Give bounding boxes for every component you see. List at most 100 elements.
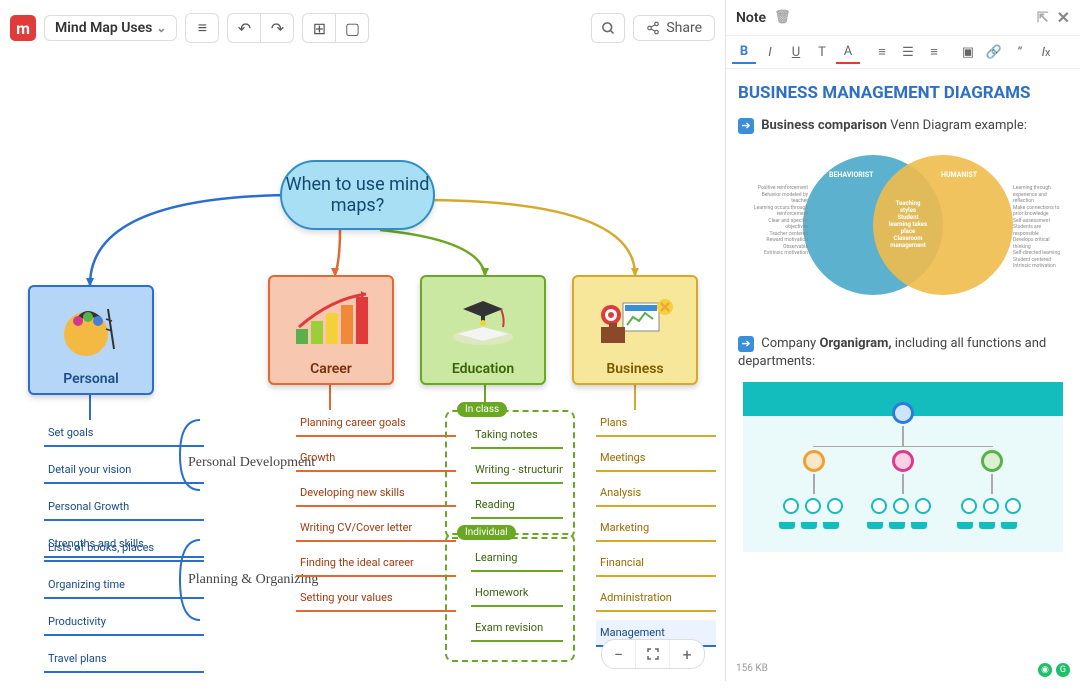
note-title: BUSINESS MANAGEMENT DIAGRAMS [738,83,1068,103]
venn-diagram: BEHAVIORIST HUMANIST Teaching stylesStud… [753,145,1053,315]
undo-redo-group: ↶ ↷ [227,13,294,43]
list-item[interactable]: Personal Growth [44,494,204,521]
share-label: Share [666,20,702,36]
branch-education[interactable]: Education [420,275,546,385]
clear-format-button[interactable]: Ix [1034,40,1058,64]
menu-button[interactable]: ≡ [185,13,219,43]
list-item[interactable]: Growth [296,445,456,472]
list-item[interactable]: Learning [471,545,563,572]
list-item[interactable]: Lists of books, places [44,535,204,562]
layout-group: ⊞ ▢ [302,13,369,43]
list-item[interactable]: Analysis [596,480,716,507]
list-item[interactable]: Developing new skills [296,480,456,507]
app-logo[interactable]: m [10,15,36,41]
list-item[interactable]: Writing CV/Cover letter [296,515,456,542]
link-button[interactable]: 🔗 [982,40,1006,64]
grammarly-icon[interactable]: ◉ [1038,663,1052,677]
branch-career[interactable]: Career [268,275,394,385]
arrow-icon: ➔ [738,336,754,352]
list-item[interactable]: Detail your vision [44,457,204,484]
list-item[interactable]: Taking notes [471,422,563,449]
list-item[interactable]: Plans [596,410,716,437]
branch-personal[interactable]: Personal [28,285,154,395]
bullet-list-button[interactable]: ☰ [896,40,920,64]
list-item[interactable]: Finding the ideal career [296,550,456,577]
list-item[interactable]: Reading [471,492,563,519]
align-button[interactable]: ≡ [922,40,946,64]
note-header-label: Note [736,10,766,26]
note-header: Note 🗑 ⇱ ✕ [726,0,1080,35]
list-item[interactable]: Organizing time [44,572,204,599]
bold-button[interactable]: B [732,40,756,64]
root-node[interactable]: When to use mind maps? [280,160,435,230]
education-group-inclass[interactable]: In class Taking notes Writing - structur… [445,410,575,539]
list-item[interactable]: Productivity [44,609,204,636]
zoom-out-button[interactable]: − [602,640,636,668]
group-tag: Individual [457,525,516,540]
note-line-1: ➔ Business comparison Venn Diagram examp… [738,117,1068,135]
funnel-icon [708,620,716,622]
chevron-down-icon: ⌄ [156,21,166,35]
trash-icon[interactable]: 🗑 [774,10,791,25]
document-title-dropdown[interactable]: Mind Map Uses ⌄ [44,15,177,41]
top-toolbar: m Mind Map Uses ⌄ ≡ ↶ ↷ ⊞ ▢ Share [0,8,725,48]
career-list: Planning career goals Growth Developing … [296,410,456,620]
list-item[interactable]: Homework [471,580,563,607]
business-list: Plans Meetings Analysis Marketing Financ… [596,410,716,655]
list-item[interactable]: Meetings [596,445,716,472]
note-line-2: ➔ Company Organigram, including all func… [738,335,1068,371]
list-item[interactable]: Set goals [44,420,204,447]
list-item[interactable]: Financial [596,550,716,577]
numbered-list-button[interactable]: ≡ [870,40,894,64]
search-button[interactable] [591,13,625,43]
list-item[interactable]: Administration [596,585,716,612]
branch-business-label: Business [606,361,663,377]
mindmap-canvas[interactable]: When to use mind maps? Personal Career E… [0,60,725,681]
zoom-fit-button[interactable] [636,640,670,668]
add-node-button[interactable]: ⊞ [302,13,336,43]
italic-button[interactable]: I [758,40,782,64]
undo-button[interactable]: ↶ [227,13,261,43]
note-body[interactable]: BUSINESS MANAGEMENT DIAGRAMS ➔ Business … [726,69,1080,659]
underline-button[interactable]: U [784,40,808,64]
list-item[interactable]: Travel plans [44,646,204,673]
education-group-individual[interactable]: Individual Learning Homework Exam revisi… [445,533,575,662]
image-button[interactable]: ▣ [956,40,980,64]
grammarly-icon[interactable]: G [1056,663,1070,677]
group-tag: In class [457,402,507,417]
text-button[interactable]: T [810,40,834,64]
note-footer: 156 KB ◉ G [726,659,1080,681]
org-chart [743,382,1063,552]
expand-icon[interactable]: ⇱ [1037,10,1049,26]
quote-button[interactable]: ” [1008,40,1032,64]
zoom-control: − + [601,639,705,669]
document-title: Mind Map Uses [55,20,152,36]
branch-career-label: Career [310,361,352,377]
text-color-button[interactable]: A [836,40,860,64]
layout-button[interactable]: ▢ [335,13,369,43]
zoom-in-button[interactable]: + [670,640,704,668]
branch-personal-label: Personal [63,371,119,387]
business-image [574,277,696,361]
education-image [422,277,544,361]
career-image [270,277,392,361]
arrow-icon: ➔ [738,118,754,134]
selected-label: Management [600,626,665,639]
share-button[interactable]: Share [633,15,715,41]
root-label: When to use mind maps? [282,174,433,216]
note-format-toolbar: B I U T A ≡ ☰ ≡ ▣ 🔗 ” Ix [726,35,1080,69]
note-panel: Note 🗑 ⇱ ✕ B I U T A ≡ ☰ ≡ ▣ 🔗 ” Ix BUSI… [725,0,1080,681]
personal-list-2: Lists of books, places Organizing time P… [44,535,204,683]
redo-button[interactable]: ↷ [260,13,294,43]
list-item[interactable]: Marketing [596,515,716,542]
canvas-area[interactable]: m Mind Map Uses ⌄ ≡ ↶ ↷ ⊞ ▢ Share [0,0,725,681]
personal-image [30,287,152,371]
branch-business[interactable]: Business [572,275,698,385]
list-item[interactable]: Setting your values [296,585,456,612]
note-size: 156 KB [736,663,768,674]
list-item[interactable]: Writing - structuring [471,457,563,484]
list-item[interactable]: Exam revision [471,615,563,642]
list-item[interactable]: Planning career goals [296,410,456,437]
branch-education-label: Education [452,361,514,377]
close-icon[interactable]: ✕ [1057,8,1070,27]
